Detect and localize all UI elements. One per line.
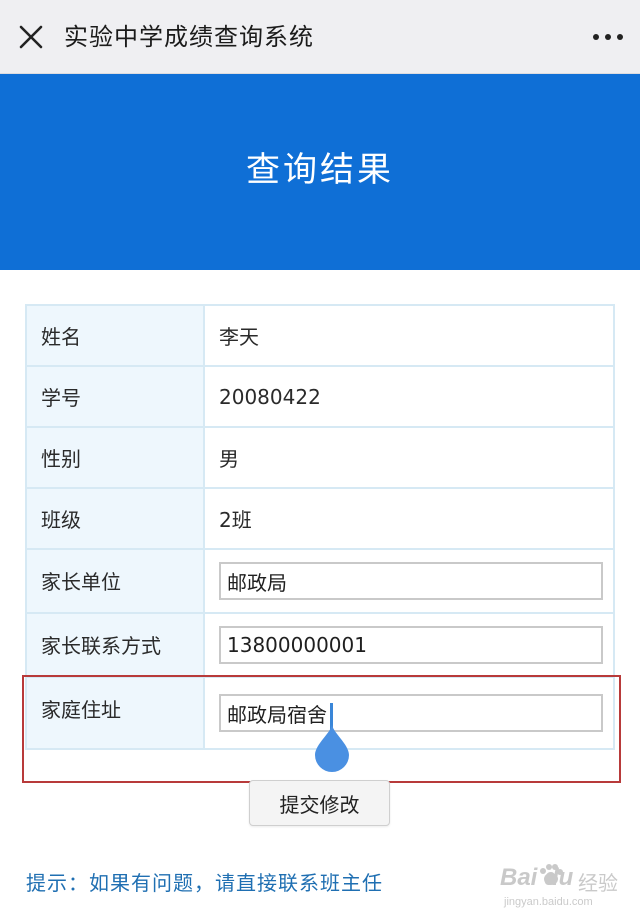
watermark: Bai du 经验 jingyan.baidu.com (496, 852, 628, 918)
title-bar: 实验中学成绩查询系统 (0, 0, 640, 74)
watermark-logo: Bai du 经验 (496, 858, 628, 895)
table-row: 姓名 李天 (25, 304, 615, 367)
parent-phone-field[interactable] (219, 626, 603, 664)
student-info-table: 姓名 李天 学号 20080422 性别 男 班级 2班 家长单位 家长联系方式… (25, 304, 615, 750)
result-banner: 查询结果 (0, 74, 640, 270)
table-row: 家长联系方式 (25, 612, 615, 678)
watermark-logo-cn: 经验 (578, 871, 618, 895)
row-label-parent-employer: 家长单位 (25, 548, 205, 614)
row-value-parent-employer (203, 548, 615, 614)
row-label-gender: 性别 (25, 426, 205, 489)
text-selection-handle[interactable] (313, 722, 351, 774)
table-row: 学号 20080422 (25, 365, 615, 428)
watermark-url: jingyan.baidu.com (504, 896, 593, 908)
close-icon (19, 25, 43, 49)
row-value-student-id: 20080422 (203, 365, 615, 428)
table-row: 班级 2班 (25, 487, 615, 550)
table-row: 家长单位 (25, 548, 615, 614)
row-value-class: 2班 (203, 487, 615, 550)
paw-icon (540, 864, 563, 885)
row-label-student-id: 学号 (25, 365, 205, 428)
home-address-field[interactable] (219, 694, 603, 732)
row-label-name: 姓名 (25, 304, 205, 367)
row-value-name: 李天 (203, 304, 615, 367)
row-label-parent-phone: 家长联系方式 (25, 612, 205, 678)
row-value-parent-phone (203, 612, 615, 678)
more-options-button[interactable] (590, 20, 626, 54)
close-button[interactable] (14, 20, 48, 54)
table-row: 性别 男 (25, 426, 615, 489)
row-value-gender: 男 (203, 426, 615, 489)
parent-employer-field[interactable] (219, 562, 603, 600)
row-label-home-address: 家庭住址 (25, 676, 205, 750)
row-label-class: 班级 (25, 487, 205, 550)
window-title: 实验中学成绩查询系统 (64, 23, 314, 51)
watermark-logo-text: Bai du (500, 864, 574, 891)
submit-changes-button[interactable]: 提交修改 (249, 780, 390, 826)
tip-text: 提示：如果有问题，请直接联系班主任 (26, 871, 383, 895)
row-value-home-address (203, 676, 615, 750)
more-dots-icon (593, 34, 623, 40)
page-title: 查询结果 (246, 150, 394, 190)
selection-handle-icon (315, 724, 349, 772)
